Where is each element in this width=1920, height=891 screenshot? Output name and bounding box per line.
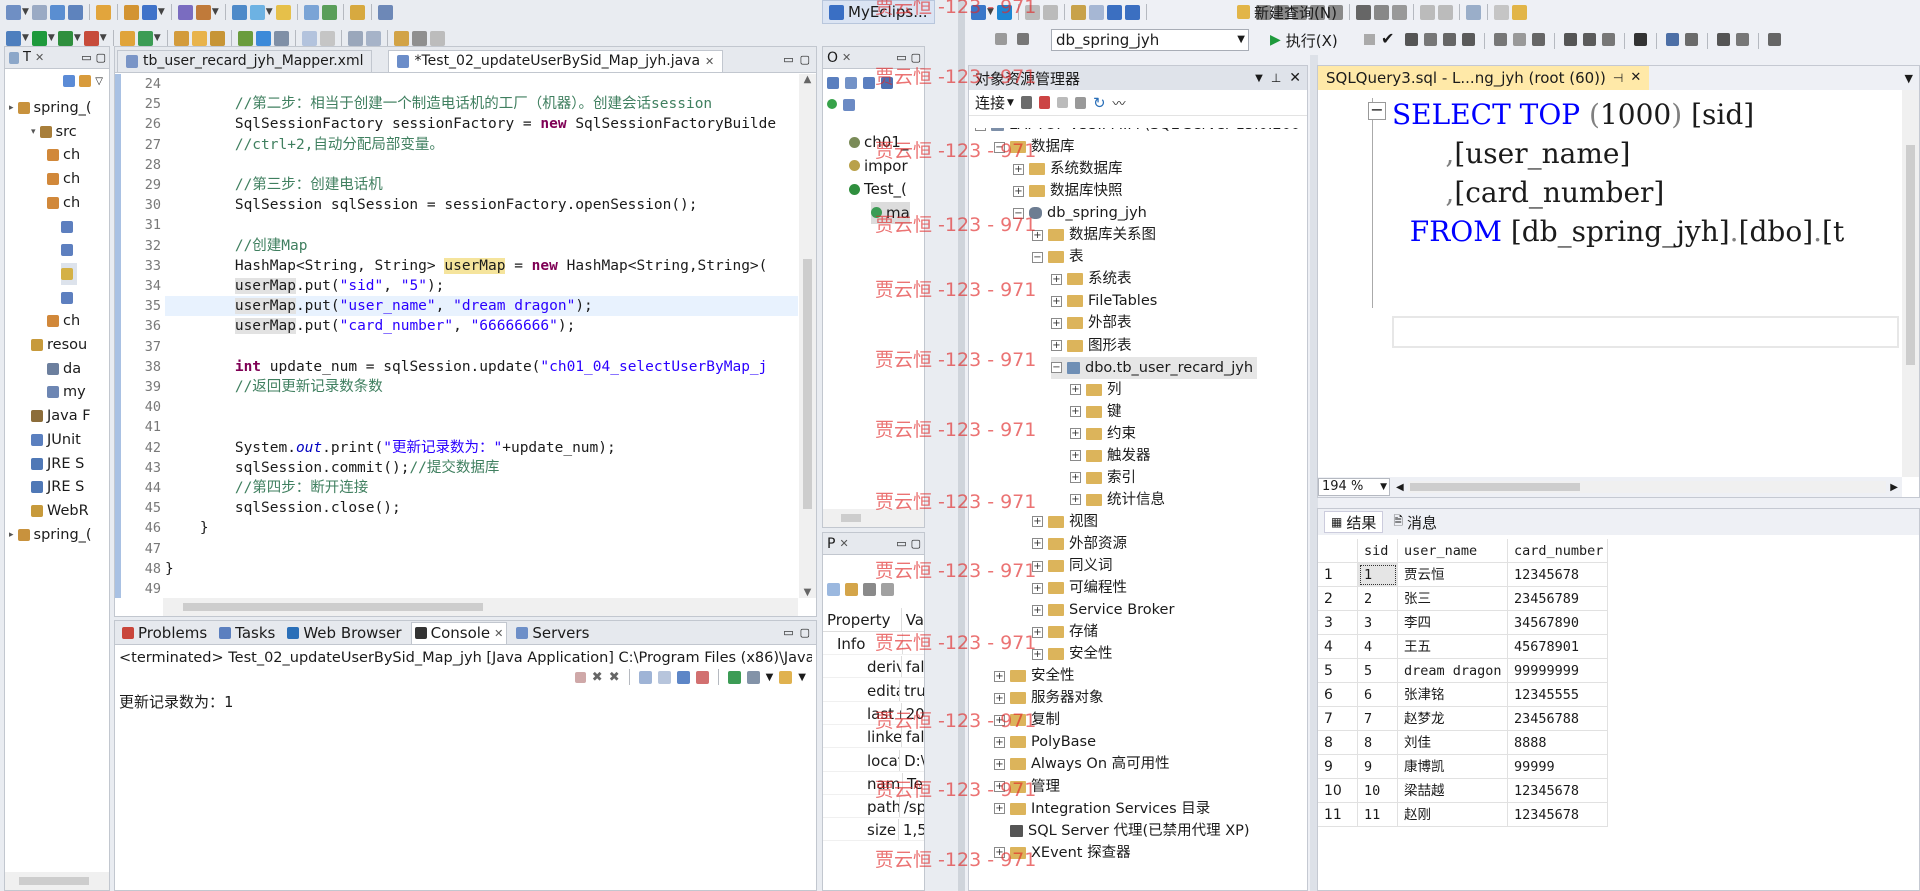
- watermark-text: 贾云恒 -123 - 971: [875, 349, 1037, 371]
- watermark-text: 贾云恒 -123 - 971: [875, 632, 1037, 654]
- watermark-text: 贾云恒 -123 - 971: [875, 710, 1037, 732]
- watermark-text: 贾云恒 -123 - 971: [875, 560, 1037, 582]
- watermark-text: 贾云恒 -123 - 971: [875, 279, 1037, 301]
- watermark-text: 贾云恒 -123 - 971: [875, 849, 1037, 871]
- watermark-text: 贾云恒 -123 - 971: [875, 140, 1037, 162]
- watermark-text: 贾云恒 -123 - 971: [875, 0, 1037, 18]
- watermark-text: 贾云恒 -123 - 971: [875, 491, 1037, 513]
- watermark-text: 贾云恒 -123 - 971: [875, 419, 1037, 441]
- watermark-text: 贾云恒 -123 - 971: [875, 66, 1037, 88]
- watermark-text: 贾云恒 -123 - 971: [875, 214, 1037, 236]
- watermark-layer: 贾云恒 -123 - 971 贾云恒 -123 - 971 贾云恒 -123 - 9…: [0, 0, 1920, 891]
- watermark-text: 贾云恒 -123 - 971: [875, 779, 1037, 801]
